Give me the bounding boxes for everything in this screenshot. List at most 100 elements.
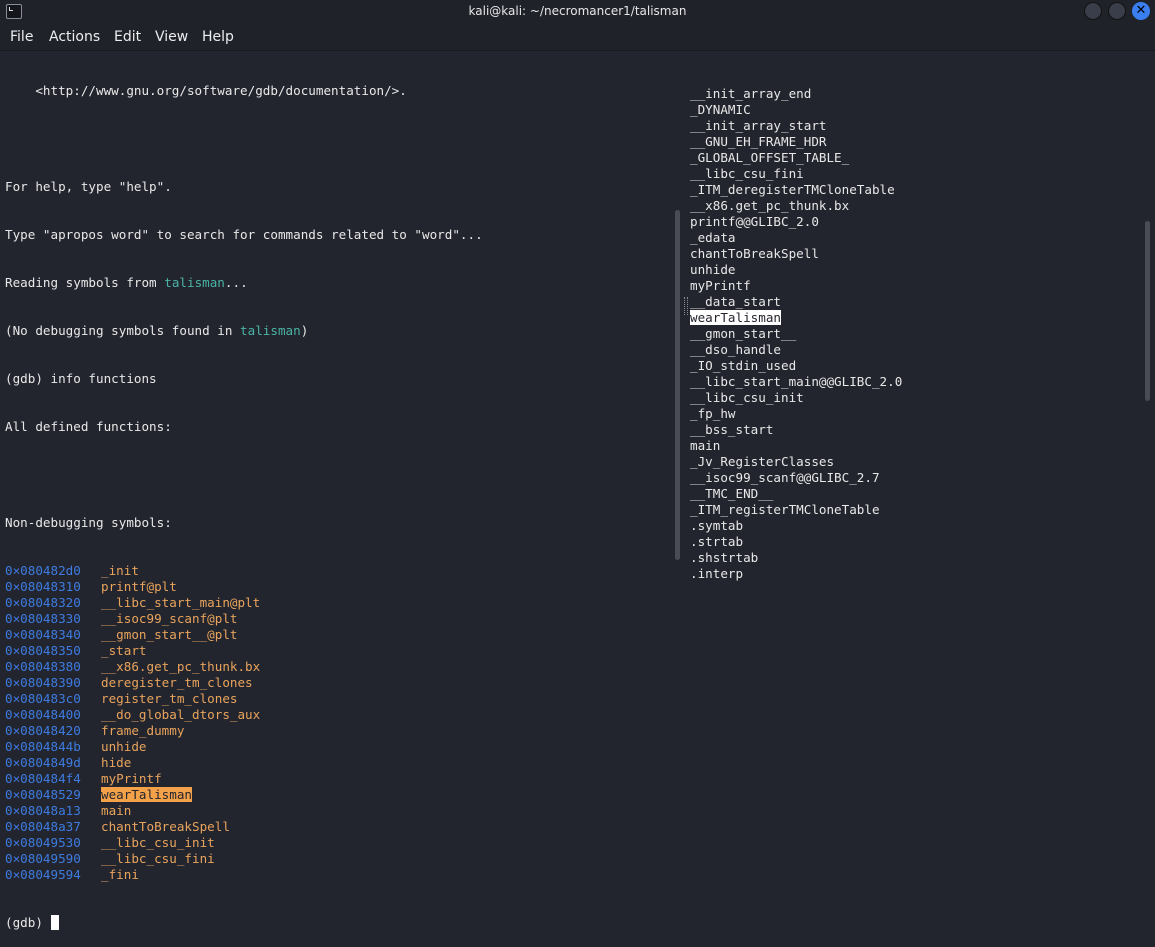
- symbol-name: hide: [101, 755, 132, 770]
- non-debug-header: Non-debugging symbols:: [5, 515, 172, 530]
- menu-edit[interactable]: Edit: [114, 29, 141, 45]
- menu-actions[interactable]: Actions: [49, 29, 100, 45]
- help-line: For help, type "help".: [5, 179, 172, 194]
- symbol-address: 0×08048400: [5, 707, 81, 722]
- doc-url-line: <http://www.gnu.org/software/gdb/documen…: [5, 83, 407, 98]
- symbol-entry: myPrintf: [690, 278, 751, 293]
- symbol-address: 0×08048340: [5, 627, 81, 642]
- symbol-row: 0×080483c0 register_tm_clones: [5, 691, 483, 707]
- symbol-row: 0×08049530 __libc_csu_init: [5, 835, 483, 851]
- symbol-entry: __libc_csu_init: [690, 390, 804, 405]
- symbol-table-row: __init_array_end: [690, 86, 902, 102]
- symbol-table-row: __init_array_start: [690, 118, 902, 134]
- binary-filename: talisman: [240, 323, 301, 338]
- symbol-table-list: __init_array_end _DYNAMIC __init_array_sta…: [690, 86, 902, 582]
- symbol-address: 0×08048380: [5, 659, 81, 674]
- maximize-button[interactable]: [1108, 2, 1126, 20]
- symbol-row: 0×08048310 printf@plt: [5, 579, 483, 595]
- symbol-name: deregister_tm_clones: [101, 675, 253, 690]
- symbol-table-row: _Jv_RegisterClasses: [690, 454, 902, 470]
- symbol-name: register_tm_clones: [101, 691, 238, 706]
- symbol-entry: main: [690, 438, 721, 453]
- left-pane-scrollbar[interactable]: [675, 210, 680, 560]
- symbol-entry: chantToBreakSpell: [690, 246, 819, 261]
- symbol-row: 0×08048420 frame_dummy: [5, 723, 483, 739]
- symbol-name: __x86.get_pc_thunk.bx: [101, 659, 261, 674]
- right-terminal-pane[interactable]: __init_array_end _DYNAMIC __init_array_sta…: [690, 54, 902, 598]
- symbol-entry: __GNU_EH_FRAME_HDR: [690, 134, 827, 149]
- symbol-entry: __gmon_start__: [690, 326, 797, 341]
- menu-help[interactable]: Help: [202, 29, 234, 45]
- symbol-name: main: [101, 803, 132, 818]
- symbol-table-row: _fp_hw: [690, 406, 902, 422]
- symbol-entry: __init_array_end: [690, 86, 812, 101]
- symbol-entry: _ITM_deregisterTMCloneTable: [690, 182, 895, 197]
- symbol-table-row: __x86.get_pc_thunk.bx: [690, 198, 902, 214]
- symbol-name: __libc_start_main@plt: [101, 595, 261, 610]
- symbol-name: __libc_csu_fini: [101, 851, 215, 866]
- symbol-row: 0×08048330 __isoc99_scanf@plt: [5, 611, 483, 627]
- symbol-name: __isoc99_scanf@plt: [101, 611, 238, 626]
- symbol-row: 0×08048a37 chantToBreakSpell: [5, 819, 483, 835]
- symbol-table-row: __isoc99_scanf@@GLIBC_2.7: [690, 470, 902, 486]
- symbol-address: 0×08048320: [5, 595, 81, 610]
- symbol-name: _fini: [101, 867, 139, 882]
- symbol-table-row: main: [690, 438, 902, 454]
- symbol-row: 0×080482d0 _init: [5, 563, 483, 579]
- minimize-button[interactable]: [1084, 2, 1102, 20]
- symbol-entry: unhide: [690, 262, 736, 277]
- symbol-row: 0×08048380 __x86.get_pc_thunk.bx: [5, 659, 483, 675]
- symbol-address: 0×080482d0: [5, 563, 81, 578]
- all-defined-line: All defined functions:: [5, 419, 172, 434]
- symbol-address: 0×08048420: [5, 723, 81, 738]
- symbol-row: 0×08048340 __gmon_start__@plt: [5, 627, 483, 643]
- symbol-table-row: __libc_csu_init: [690, 390, 902, 406]
- symbol-entry: __init_array_start: [690, 118, 827, 133]
- symbol-table-row: __libc_csu_fini: [690, 166, 902, 182]
- no-debug-line: (No debugging symbols found in talisman): [5, 323, 483, 339]
- symbol-entry: .shstrtab: [690, 550, 759, 565]
- symbol-entry: __x86.get_pc_thunk.bx: [690, 198, 850, 213]
- symbol-table-row: myPrintf: [690, 278, 902, 294]
- symbol-address: 0×080484f4: [5, 771, 81, 786]
- symbol-table-row: _GLOBAL_OFFSET_TABLE_: [690, 150, 902, 166]
- symbol-entry: __libc_csu_fini: [690, 166, 804, 181]
- close-button[interactable]: ✕: [1132, 2, 1150, 20]
- symbol-table-row: .strtab: [690, 534, 902, 550]
- symbol-table-row: .symtab: [690, 518, 902, 534]
- reading-symbols-line: Reading symbols from talisman...: [5, 275, 483, 291]
- symbol-entry: __isoc99_scanf@@GLIBC_2.7: [690, 470, 880, 485]
- right-pane-scrollbar[interactable]: [1145, 221, 1150, 401]
- symbol-address: 0×0804844b: [5, 739, 81, 754]
- symbol-table-row: _edata: [690, 230, 902, 246]
- menu-file[interactable]: File: [10, 29, 33, 45]
- symbol-address: 0×08049530: [5, 835, 81, 850]
- symbol-entry: __dso_handle: [690, 342, 781, 357]
- symbol-entry: __TMC_END__: [690, 486, 774, 501]
- close-icon: ✕: [1135, 3, 1147, 18]
- symbol-row: 0×080484f4 myPrintf: [5, 771, 483, 787]
- gdb-prompt-line[interactable]: (gdb): [5, 915, 483, 931]
- symbol-row: 0×0804849d hide: [5, 755, 483, 771]
- symbol-table-row: _ITM_deregisterTMCloneTable: [690, 182, 902, 198]
- symbol-name: printf@plt: [101, 579, 177, 594]
- symbol-table-row: __data_start: [690, 294, 902, 310]
- symbol-row: 0×08048400 __do_global_dtors_aux: [5, 707, 483, 723]
- symbol-address: 0×08048529: [5, 787, 81, 802]
- highlighted-symbol-entry: wearTalisman: [690, 310, 781, 325]
- menu-view[interactable]: View: [155, 29, 188, 45]
- symbol-address: 0×08048310: [5, 579, 81, 594]
- symbol-name: __do_global_dtors_aux: [101, 707, 261, 722]
- symbol-entry: __bss_start: [690, 422, 774, 437]
- symbol-row: 0×08048529 wearTalisman: [5, 787, 483, 803]
- symbol-name: _start: [101, 643, 147, 658]
- left-terminal-pane[interactable]: <http://www.gnu.org/software/gdb/documen…: [5, 51, 483, 947]
- symbol-table-row: __libc_start_main@@GLIBC_2.0: [690, 374, 902, 390]
- symbol-table-row: __bss_start: [690, 422, 902, 438]
- symbol-row: 0×08048390 deregister_tm_clones: [5, 675, 483, 691]
- binary-filename: talisman: [164, 275, 225, 290]
- symbol-row: 0×08049590 __libc_csu_fini: [5, 851, 483, 867]
- pane-splitter-handle[interactable]: [684, 297, 688, 315]
- symbol-row: 0×08048350 _start: [5, 643, 483, 659]
- symbol-name: myPrintf: [101, 771, 162, 786]
